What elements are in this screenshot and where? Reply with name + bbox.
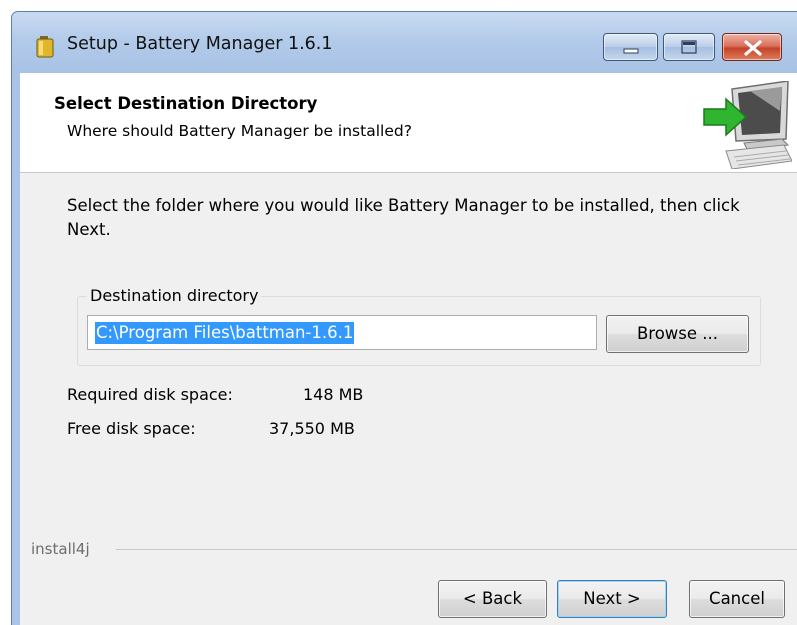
installer-window: Setup - Battery Manager 1.6.1 Select Des… [11,11,797,625]
maximize-icon [681,40,697,54]
minimize-button[interactable] [603,33,658,61]
page-title: Select Destination Directory [54,94,318,113]
close-icon [744,40,762,56]
minimize-icon [623,48,639,54]
maximize-button[interactable] [663,33,715,61]
required-space-value: 148 MB [303,385,364,404]
title-bar[interactable]: Setup - Battery Manager 1.6.1 [12,12,797,73]
computer-install-icon [703,81,792,169]
required-space-label: Required disk space: [67,385,233,404]
destination-label: Destination directory [87,286,262,305]
back-button[interactable]: < Back [438,580,547,618]
browse-button[interactable]: Browse ... [606,315,749,353]
brand-label: install4j [31,540,90,558]
next-button[interactable]: Next > [557,580,667,618]
free-space-label: Free disk space: [67,419,196,438]
dialog-client-area: Select Destination Directory Where shoul… [20,73,797,625]
app-icon [36,36,54,58]
cancel-button[interactable]: Cancel [689,580,785,618]
instruction-text: Select the folder where you would like B… [67,196,740,239]
free-space-value: 37,550 MB [269,419,355,438]
window-title: Setup - Battery Manager 1.6.1 [67,34,333,54]
wizard-header: Select Destination Directory Where shoul… [20,73,797,173]
destination-value[interactable]: C:\Program Files\battman-1.6.1 [95,322,355,344]
footer-divider [116,549,797,550]
close-button[interactable] [722,33,782,61]
destination-field[interactable]: C:\Program Files\battman-1.6.1 [87,315,597,350]
page-subtitle: Where should Battery Manager be installe… [67,122,412,140]
